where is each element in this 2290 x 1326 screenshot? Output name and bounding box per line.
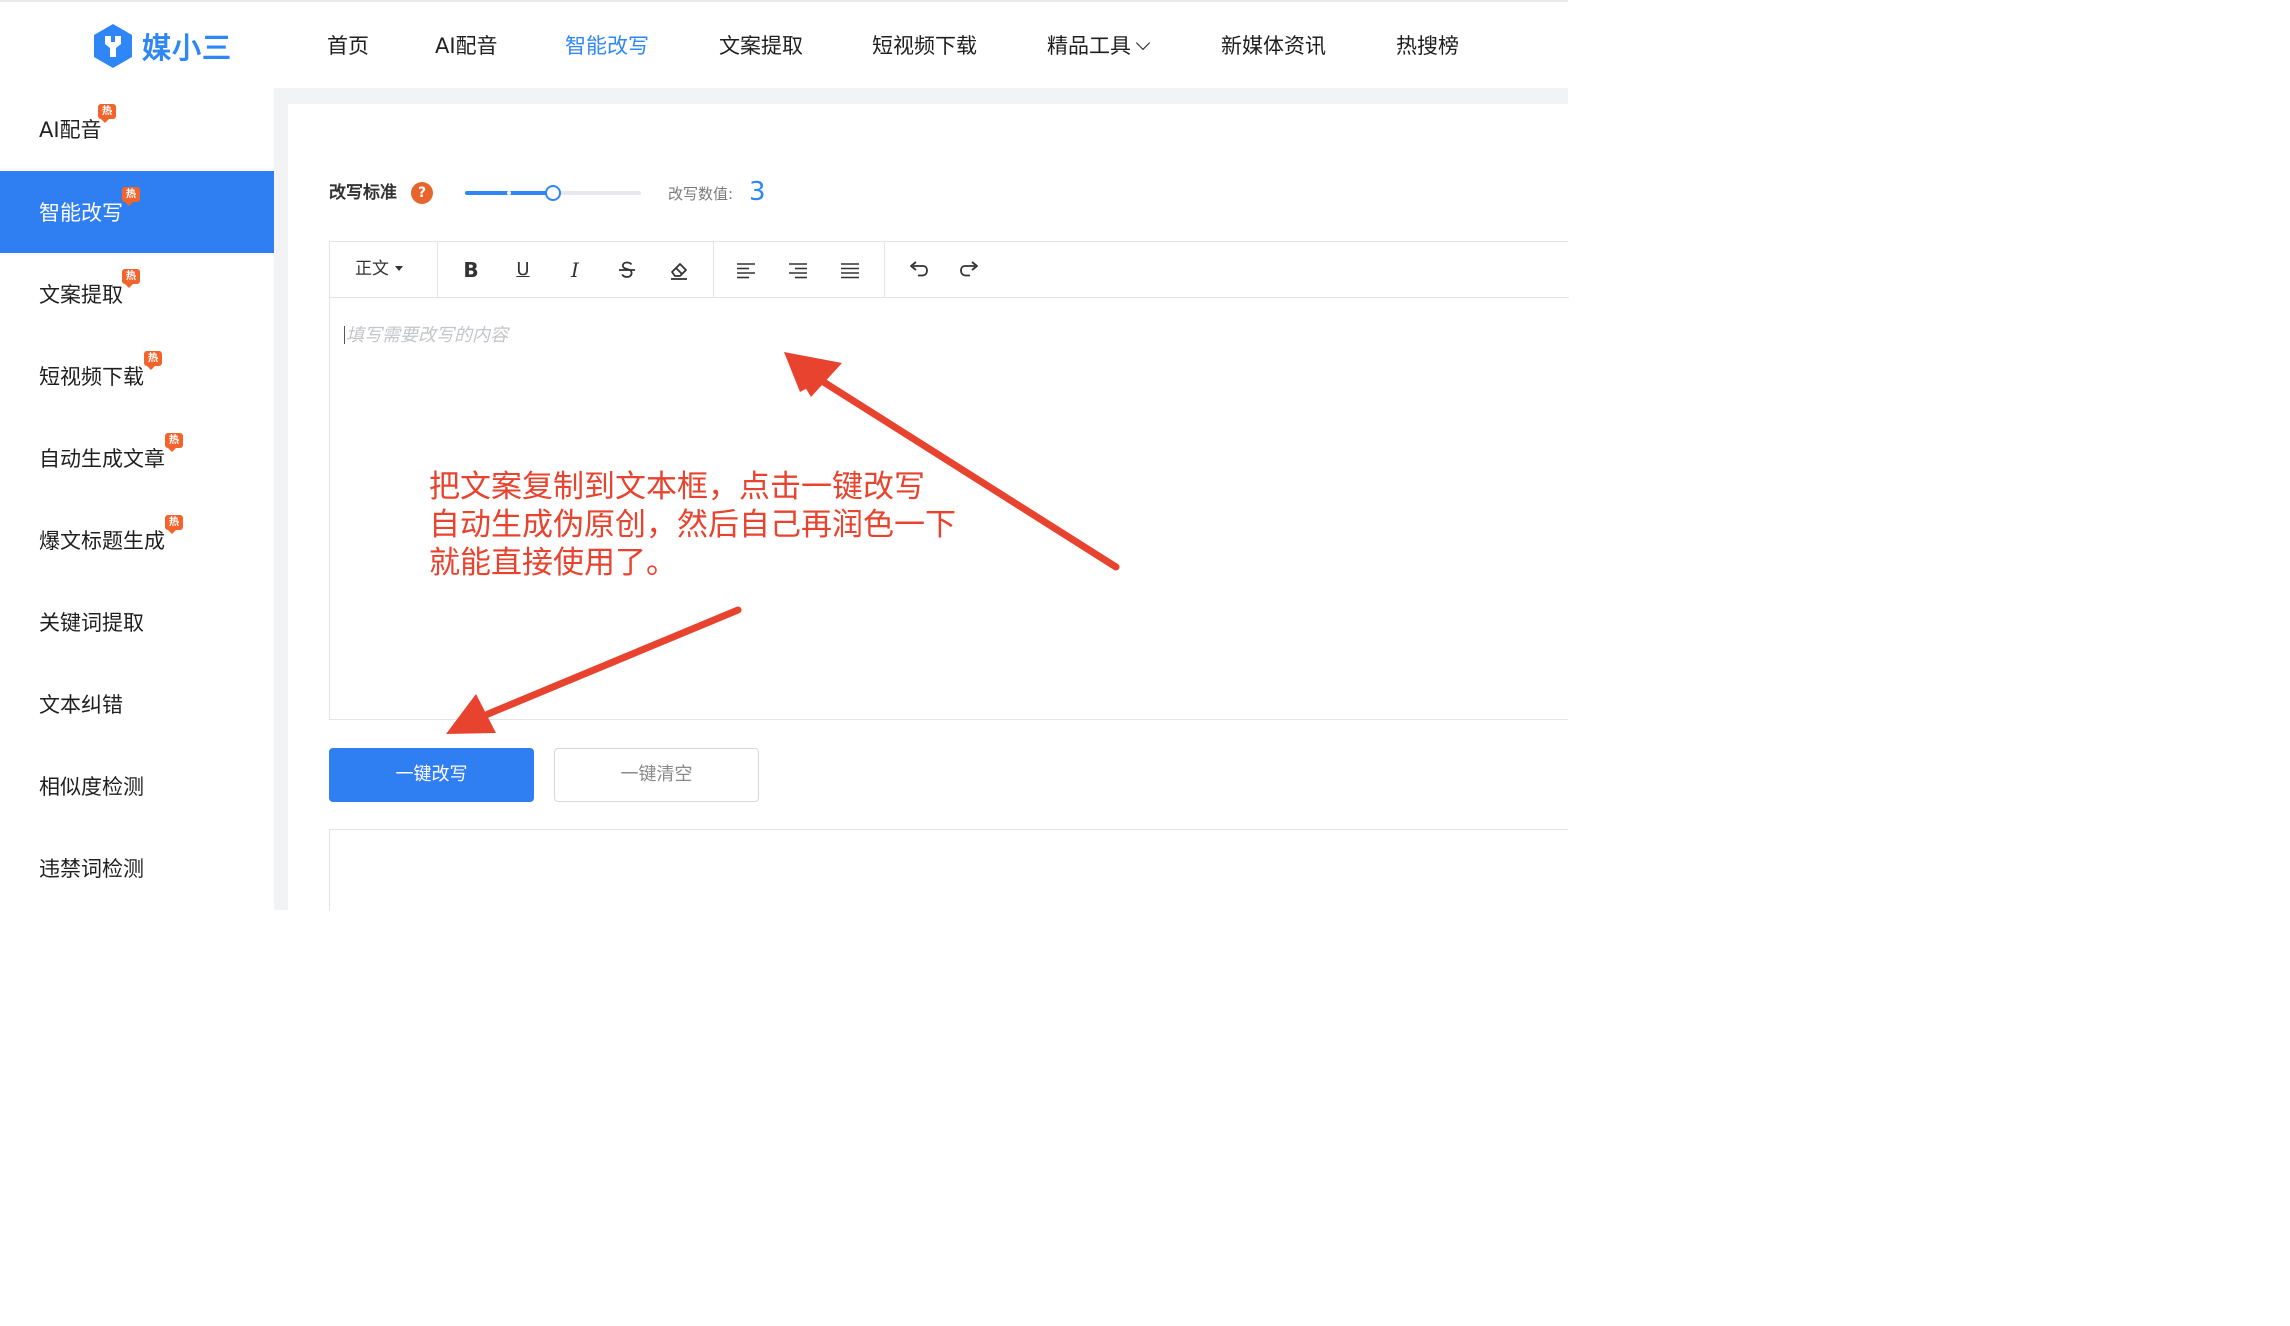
heading-select[interactable]: 正文 xyxy=(355,256,403,282)
eraser-svg xyxy=(671,263,687,280)
bold-icon[interactable]: B xyxy=(457,256,485,284)
slider-thumb[interactable] xyxy=(545,185,561,201)
nav-ai-dubbing[interactable]: AI配音 xyxy=(435,31,498,61)
chevron-down-icon xyxy=(1135,35,1151,51)
annotation-line: 就能直接使用了。 xyxy=(429,545,677,581)
editor-placeholder: 填写需要改写的内容 xyxy=(346,325,508,346)
eraser-icon[interactable] xyxy=(665,256,693,284)
nav-copy-extract[interactable]: 文案提取 xyxy=(719,31,803,61)
nav-premium-tools-label: 精品工具 xyxy=(1047,34,1131,58)
nav-trending[interactable]: 热搜榜 xyxy=(1396,31,1459,61)
rewrite-value-label: 改写数值: xyxy=(668,185,734,203)
sidebar-item-similarity-check[interactable]: 相似度检测 xyxy=(0,745,274,827)
toolbar-divider xyxy=(713,242,714,298)
annotation-text: 把文案复制到文本框，点击一键改写 自动生成伪原创，然后自己再润色一下 就能直接使… xyxy=(429,468,1029,582)
undo-svg xyxy=(910,261,928,277)
hot-badge: 热 xyxy=(165,515,183,534)
sidebar: AI配音 热 智能改写 热 文案提取 热 短视频下载 热 自动生成文章 热 爆文… xyxy=(0,88,274,910)
text-caret xyxy=(344,326,345,344)
sidebar-item-text-correction[interactable]: 文本纠错 xyxy=(0,663,274,745)
logo[interactable]: 媒小三 xyxy=(92,22,232,70)
sidebar-item-auto-article[interactable]: 自动生成文章 热 xyxy=(0,417,274,499)
rewrite-value: 3 xyxy=(749,177,766,207)
hot-badge: 热 xyxy=(98,104,116,123)
strikethrough-icon[interactable] xyxy=(613,256,641,284)
editor-toolbar: 正文 B U I xyxy=(330,242,1569,298)
sidebar-item-label: 文案提取 xyxy=(39,283,123,307)
align-justify-svg xyxy=(841,263,859,279)
hot-badge: 热 xyxy=(122,187,140,206)
undo-icon[interactable] xyxy=(904,256,932,284)
italic-icon[interactable]: I xyxy=(561,256,589,284)
slider-stop xyxy=(507,191,511,195)
hot-badge: 热 xyxy=(144,351,162,370)
hot-badge: 热 xyxy=(122,269,140,288)
sidebar-item-label: 爆文标题生成 xyxy=(39,529,165,553)
underline-icon[interactable]: U xyxy=(509,256,537,284)
help-icon[interactable]: ? xyxy=(411,182,433,204)
rewrite-level-slider[interactable] xyxy=(465,183,641,203)
toolbar-divider xyxy=(884,242,885,298)
result-output[interactable] xyxy=(329,829,1568,910)
annotation-line: 自动生成伪原创，然后自己再润色一下 xyxy=(429,507,956,543)
logo-text: 媒小三 xyxy=(142,31,233,65)
sidebar-item-label: 关键词提取 xyxy=(39,611,144,635)
nav-media-news[interactable]: 新媒体资讯 xyxy=(1221,31,1326,61)
annotation-line: 把文案复制到文本框，点击一键改写 xyxy=(429,469,925,505)
caret-down-icon xyxy=(395,266,403,271)
sidebar-item-keyword-extract[interactable]: 关键词提取 xyxy=(0,581,274,663)
sidebar-item-label: 自动生成文章 xyxy=(39,447,165,471)
sidebar-item-video-download[interactable]: 短视频下载 热 xyxy=(0,335,274,417)
sidebar-item-label: 文本纠错 xyxy=(39,693,123,717)
underline-glyph: U xyxy=(516,259,530,280)
sidebar-item-label: AI配音 xyxy=(39,118,102,142)
nav-premium-tools[interactable]: 精品工具 xyxy=(1047,31,1151,61)
sidebar-item-ai-dubbing[interactable]: AI配音 热 xyxy=(0,88,274,170)
toolbar-divider xyxy=(437,242,438,298)
nav-smart-rewrite[interactable]: 智能改写 xyxy=(565,31,649,61)
sidebar-item-label: 智能改写 xyxy=(39,201,123,225)
align-left-svg xyxy=(737,263,755,279)
italic-glyph: I xyxy=(571,258,579,282)
align-right-icon[interactable] xyxy=(784,256,812,284)
nav-video-download[interactable]: 短视频下载 xyxy=(872,31,977,61)
header: 媒小三 首页 AI配音 智能改写 文案提取 短视频下载 精品工具 新媒体资讯 热… xyxy=(0,2,1568,88)
align-justify-icon[interactable] xyxy=(836,256,864,284)
sidebar-item-label: 违禁词检测 xyxy=(39,857,144,881)
logo-mark-icon xyxy=(94,24,132,68)
clear-button[interactable]: 一键清空 xyxy=(554,748,759,802)
strikethrough-svg xyxy=(619,261,635,278)
sidebar-item-copy-extract[interactable]: 文案提取 热 xyxy=(0,253,274,335)
nav-home[interactable]: 首页 xyxy=(327,31,369,61)
sidebar-item-smart-rewrite[interactable]: 智能改写 热 xyxy=(0,171,274,253)
align-left-icon[interactable] xyxy=(732,256,760,284)
rewrite-standard-label: 改写标准 xyxy=(329,183,397,203)
heading-select-value: 正文 xyxy=(355,259,389,279)
sidebar-item-banned-words[interactable]: 违禁词检测 xyxy=(0,827,274,909)
hot-badge: 热 xyxy=(165,433,183,452)
redo-svg xyxy=(960,261,978,277)
align-right-svg xyxy=(789,263,807,279)
sidebar-item-viral-title[interactable]: 爆文标题生成 热 xyxy=(0,499,274,581)
bold-glyph: B xyxy=(463,258,479,282)
redo-icon[interactable] xyxy=(956,256,984,284)
rewrite-button[interactable]: 一键改写 xyxy=(329,748,534,802)
sidebar-item-label: 相似度检测 xyxy=(39,775,144,799)
sidebar-item-label: 短视频下载 xyxy=(39,365,144,389)
